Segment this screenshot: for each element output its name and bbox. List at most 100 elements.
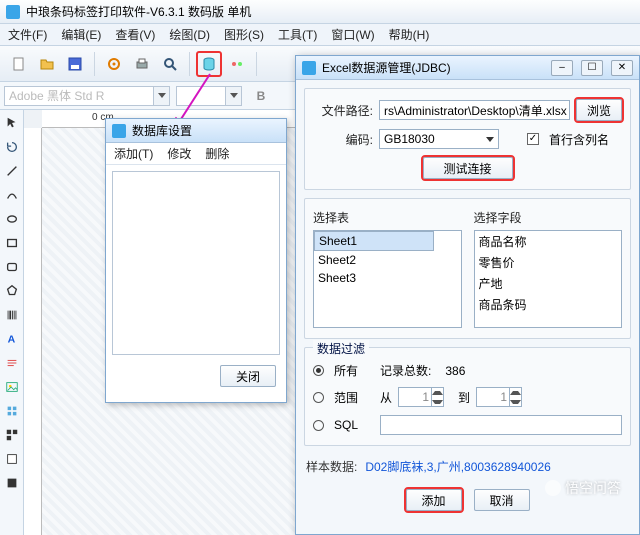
radio-sql[interactable] <box>313 420 324 431</box>
list-item[interactable]: Sheet3 <box>314 269 461 287</box>
tool-ellipse[interactable] <box>1 208 23 230</box>
excel-jdbc-dialog: Excel数据源管理(JDBC) – ☐ ✕ 文件路径: rs\Administ… <box>295 55 640 535</box>
minimize-button[interactable]: – <box>551 60 573 76</box>
from-spinner[interactable]: 1 <box>398 387 444 407</box>
tables-listbox[interactable]: Sheet1 Sheet2 Sheet3 <box>313 230 462 328</box>
tool-line[interactable] <box>1 160 23 182</box>
maximize-button[interactable]: ☐ <box>581 60 603 76</box>
watermark: 悟空问答 <box>545 478 621 498</box>
dialog-icon <box>112 124 126 138</box>
list-item[interactable]: 零售价 <box>475 252 622 273</box>
path-label: 文件路径: <box>313 102 373 119</box>
first-row-label: 首行含列名 <box>549 131 609 148</box>
list-item[interactable]: 商品名称 <box>475 231 622 252</box>
bold-button[interactable]: B <box>248 83 274 109</box>
toolbar-new-button[interactable] <box>6 51 32 77</box>
db-close-button[interactable]: 关闭 <box>220 365 276 387</box>
tool-fill[interactable] <box>1 448 23 470</box>
font-size-select[interactable] <box>176 86 226 106</box>
db-menu-add[interactable]: 添加(T) <box>114 145 153 162</box>
menu-tool[interactable]: 工具(T) <box>278 26 317 43</box>
db-menu-delete[interactable]: 删除 <box>205 145 229 162</box>
ruler-vertical <box>24 128 42 535</box>
menu-help[interactable]: 帮助(H) <box>389 26 430 43</box>
menu-edit[interactable]: 编辑(E) <box>61 26 101 43</box>
tool-rotate[interactable] <box>1 136 23 158</box>
radio-all-label: 所有 <box>334 362 374 379</box>
radio-range[interactable] <box>313 392 324 403</box>
tool-polygon[interactable] <box>1 280 23 302</box>
list-item[interactable]: Sheet2 <box>314 251 461 269</box>
tool-richtext[interactable] <box>1 352 23 374</box>
tool-grid[interactable] <box>1 400 23 422</box>
tool-curve[interactable] <box>1 184 23 206</box>
tool-barcode[interactable] <box>1 304 23 326</box>
total-label: 记录总数: <box>380 362 431 379</box>
left-toolbox: A <box>0 110 24 535</box>
toolbar-save-button[interactable] <box>62 51 88 77</box>
radio-range-label: 范围 <box>334 389 374 406</box>
font-name-dropdown[interactable] <box>154 86 170 106</box>
tool-rect[interactable] <box>1 232 23 254</box>
toolbar-print-button[interactable] <box>129 51 155 77</box>
first-row-checkbox[interactable]: ✓ <box>527 133 539 145</box>
font-size-dropdown[interactable] <box>226 86 242 106</box>
sample-label: 样本数据: <box>306 458 357 475</box>
db-menu-modify[interactable]: 修改 <box>167 145 191 162</box>
menu-draw[interactable]: 绘图(D) <box>169 26 210 43</box>
connection-group: 文件路径: rs\Administrator\Desktop\清单.xlsx 浏… <box>304 88 631 190</box>
to-value: 1 <box>500 390 507 404</box>
encoding-value: GB18030 <box>384 132 435 146</box>
list-item[interactable]: Sheet1 <box>314 231 434 251</box>
tool-roundrect[interactable] <box>1 256 23 278</box>
close-button[interactable]: ✕ <box>611 60 633 76</box>
svg-text:A: A <box>7 334 15 346</box>
test-connection-button[interactable]: 测试连接 <box>423 157 513 179</box>
toolbar-open-button[interactable] <box>34 51 60 77</box>
app-icon <box>6 5 20 19</box>
db-settings-menubar: 添加(T) 修改 删除 <box>106 143 286 165</box>
filter-group: 数据过滤 所有 记录总数: 386 范围 从 1 到 1 SQL <box>304 347 631 446</box>
from-value: 1 <box>422 390 429 404</box>
list-item[interactable]: 商品条码 <box>475 294 622 315</box>
add-button[interactable]: 添加 <box>406 489 462 511</box>
toolbar-settings-button[interactable] <box>101 51 127 77</box>
encoding-select[interactable]: GB18030 <box>379 129 499 149</box>
tool-qr[interactable] <box>1 424 23 446</box>
menu-window[interactable]: 窗口(W) <box>331 26 374 43</box>
tool-image[interactable] <box>1 376 23 398</box>
tool-pointer[interactable] <box>1 112 23 134</box>
excel-titlebar[interactable]: Excel数据源管理(JDBC) – ☐ ✕ <box>296 56 639 80</box>
toolbar-misc-button[interactable] <box>224 51 250 77</box>
db-list[interactable] <box>112 171 280 355</box>
list-item[interactable]: 产地 <box>475 273 622 294</box>
watermark-text: 悟空问答 <box>565 478 621 498</box>
browse-button[interactable]: 浏览 <box>576 99 622 121</box>
menu-view[interactable]: 查看(V) <box>115 26 155 43</box>
cancel-button[interactable]: 取消 <box>474 489 530 511</box>
tool-text[interactable]: A <box>1 328 23 350</box>
db-settings-titlebar[interactable]: 数据库设置 <box>106 119 286 143</box>
menu-shape[interactable]: 图形(S) <box>224 26 264 43</box>
sample-row: 样本数据: D02脚底袜,3,广州,8003628940026 <box>296 452 639 481</box>
tool-stroke[interactable] <box>1 472 23 494</box>
font-name-select[interactable]: Adobe 黑体 Std R <box>4 86 154 106</box>
toolbar-zoom-button[interactable] <box>157 51 183 77</box>
sample-value: D02脚底袜,3,广州,8003628940026 <box>365 458 550 475</box>
dialog-icon <box>302 61 316 75</box>
radio-sql-label: SQL <box>334 418 374 432</box>
main-titlebar: 中琅条码标签打印软件-V6.3.1 数码版 单机 <box>0 0 640 24</box>
toolbar-sep-2 <box>189 52 190 76</box>
radio-all[interactable] <box>313 365 324 376</box>
db-settings-title: 数据库设置 <box>132 122 192 139</box>
total-value: 386 <box>445 364 465 378</box>
path-input[interactable]: rs\Administrator\Desktop\清单.xlsx <box>379 100 570 120</box>
menu-file[interactable]: 文件(F) <box>8 26 47 43</box>
fields-listbox[interactable]: 商品名称 零售价 产地 商品条码 <box>474 230 623 328</box>
sql-input[interactable] <box>380 415 622 435</box>
toolbar-database-button[interactable] <box>196 51 222 77</box>
excel-dialog-title: Excel数据源管理(JDBC) <box>322 59 451 76</box>
select-table-label: 选择表 <box>313 209 462 226</box>
toolbar-sep <box>94 52 95 76</box>
to-spinner[interactable]: 1 <box>476 387 522 407</box>
